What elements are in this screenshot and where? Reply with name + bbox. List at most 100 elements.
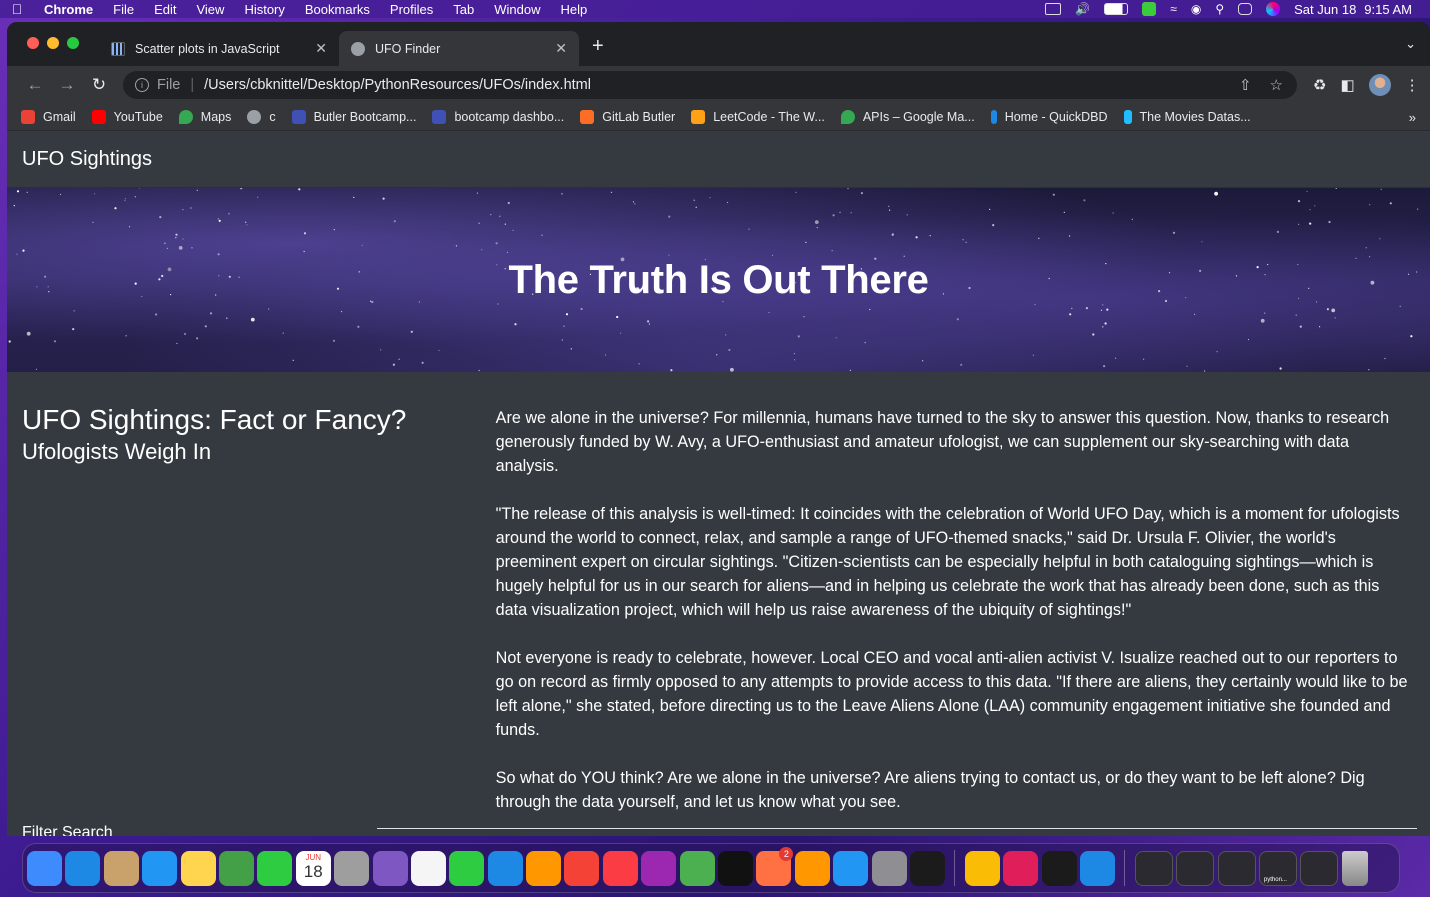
notes-icon[interactable] — [180, 850, 216, 886]
date-text: Sat Jun 18 — [1294, 1, 1357, 17]
forward-icon[interactable]: → — [51, 75, 83, 95]
chrome-icon[interactable] — [964, 850, 1000, 886]
photos-icon[interactable]: 2 — [756, 846, 794, 886]
control-center-icon[interactable] — [1238, 3, 1253, 15]
profile-avatar[interactable] — [1368, 74, 1391, 96]
podcasts-icon[interactable] — [641, 850, 677, 886]
reminders-icon[interactable] — [410, 850, 446, 886]
numbers-icon[interactable] — [449, 850, 485, 886]
side-panel-icon[interactable]: ◧ — [1340, 76, 1354, 94]
tab-ufo-finder[interactable]: UFO Finder ✕ — [339, 31, 579, 66]
menu-bookmarks[interactable]: Bookmarks — [295, 2, 380, 17]
star — [418, 301, 420, 303]
siri-icon[interactable] — [372, 850, 408, 886]
apple-icon[interactable]:  — [0, 1, 34, 17]
contacts-icon[interactable] — [103, 850, 139, 886]
calendar-icon[interactable]: JUN 18 — [295, 850, 331, 886]
menu-help[interactable]: Help — [551, 2, 598, 17]
books-icon[interactable] — [794, 850, 830, 886]
volume-icon[interactable]: 🔊 — [1075, 2, 1090, 16]
menu-chrome[interactable]: Chrome — [34, 2, 103, 17]
spotlight-icon[interactable]: ⚲ — [1215, 2, 1224, 16]
minimized-window-thumbnail[interactable]: python... — [1258, 850, 1297, 886]
site-info-icon[interactable]: i — [135, 78, 149, 92]
star — [353, 196, 355, 198]
back-icon[interactable]: ← — [19, 75, 51, 95]
minimize-window-icon[interactable] — [47, 37, 59, 49]
star — [1298, 297, 1300, 299]
display-icon[interactable] — [1045, 3, 1062, 15]
menu-file[interactable]: File — [103, 2, 144, 17]
siri-icon[interactable] — [1266, 2, 1281, 16]
trash-icon[interactable] — [1341, 850, 1368, 886]
more-menu-icon[interactable]: ⋮ — [1405, 76, 1420, 94]
tab-search-icon[interactable]: ⌄ — [1405, 36, 1416, 52]
share-icon[interactable]: ⇧ — [1239, 76, 1252, 94]
navbar-brand[interactable]: UFO Sightings — [22, 148, 152, 171]
tab-scatter-plots[interactable]: Scatter plots in JavaScript ✕ — [99, 31, 339, 66]
new-tab-icon[interactable]: + — [592, 35, 604, 58]
menu-view[interactable]: View — [186, 2, 234, 17]
safari-icon[interactable] — [65, 850, 101, 886]
bookmark-butler-bootcamp[interactable]: Butler Bootcamp... — [291, 110, 416, 124]
macos-dock: JUN 18 2 python... — [22, 843, 1400, 893]
star — [22, 249, 25, 252]
menu-profiles[interactable]: Profiles — [380, 2, 443, 17]
news-icon[interactable] — [564, 850, 600, 886]
bookmark-c[interactable]: c — [247, 110, 276, 124]
star — [1194, 313, 1196, 315]
menu-tab[interactable]: Tab — [443, 2, 484, 17]
close-window-icon[interactable] — [27, 37, 39, 49]
music-icon[interactable] — [602, 850, 638, 886]
bookmark-gmail[interactable]: Gmail — [21, 110, 76, 124]
maps-icon — [178, 110, 193, 124]
menu-history[interactable]: History — [234, 2, 294, 17]
clock[interactable]: Sat Jun 18 9:15 AM — [1294, 2, 1412, 17]
terminal-icon[interactable] — [909, 850, 945, 886]
bookmark-star-icon[interactable]: ☆ — [1270, 76, 1283, 94]
minimized-window-thumbnail[interactable] — [1134, 850, 1173, 886]
bookmark-leetcode[interactable]: LeetCode - The W... — [691, 110, 825, 124]
bookmark-youtube[interactable]: YouTube — [91, 110, 163, 124]
star — [495, 242, 498, 245]
minimized-window-thumbnail[interactable] — [1300, 850, 1339, 886]
bookmark-movies-dataset[interactable]: The Movies Datas... — [1123, 110, 1251, 124]
tv-icon[interactable] — [718, 850, 754, 886]
close-tab-icon[interactable]: ✕ — [555, 40, 567, 57]
finder-icon[interactable] — [27, 850, 62, 886]
zoom-window-icon[interactable] — [67, 37, 79, 49]
minimized-window-thumbnail[interactable] — [1217, 850, 1256, 886]
minimized-window-thumbnail[interactable] — [1176, 850, 1215, 886]
battery-icon[interactable] — [1104, 3, 1129, 15]
pages-icon[interactable] — [526, 850, 562, 886]
user-icon[interactable]: ◉ — [1191, 2, 1201, 16]
bookmark-bootcamp-dashboard[interactable]: bootcamp dashbo... — [432, 110, 564, 124]
facetime-icon[interactable] — [257, 850, 293, 886]
extensions-icon[interactable]: ♻ — [1313, 76, 1326, 94]
star — [638, 363, 640, 365]
bookmark-maps[interactable]: Maps — [178, 110, 231, 124]
menu-edit[interactable]: Edit — [144, 2, 186, 17]
maps-icon[interactable] — [218, 850, 254, 886]
app-status-icon[interactable] — [1142, 2, 1157, 16]
system-preferences-icon[interactable] — [871, 850, 907, 886]
address-bar[interactable]: i File | /Users/cbknittel/Desktop/Python… — [123, 71, 1297, 99]
wifi-icon[interactable]: ≈ — [1170, 2, 1177, 16]
slack-icon[interactable] — [1003, 850, 1039, 886]
more-bookmarks-icon[interactable]: » — [1409, 110, 1416, 125]
launchpad-icon[interactable] — [334, 850, 370, 886]
menu-window[interactable]: Window — [484, 2, 550, 17]
star — [141, 295, 143, 298]
reload-icon[interactable]: ↻ — [83, 75, 115, 95]
keynote-icon[interactable] — [487, 850, 523, 886]
app-store-icon[interactable] — [833, 850, 869, 886]
vscode-icon[interactable] — [1079, 850, 1115, 886]
messages-icon[interactable] — [679, 850, 715, 886]
close-tab-icon[interactable]: ✕ — [315, 40, 327, 57]
bookmark-gitlab[interactable]: GitLab Butler — [580, 110, 675, 124]
mail-icon[interactable] — [142, 850, 178, 886]
bookmark-quickdbd[interactable]: Home - QuickDBD — [990, 110, 1108, 124]
star — [167, 267, 172, 272]
activity-icon[interactable] — [1041, 850, 1077, 886]
bookmark-google-maps-apis[interactable]: APIs – Google Ma... — [840, 110, 975, 124]
